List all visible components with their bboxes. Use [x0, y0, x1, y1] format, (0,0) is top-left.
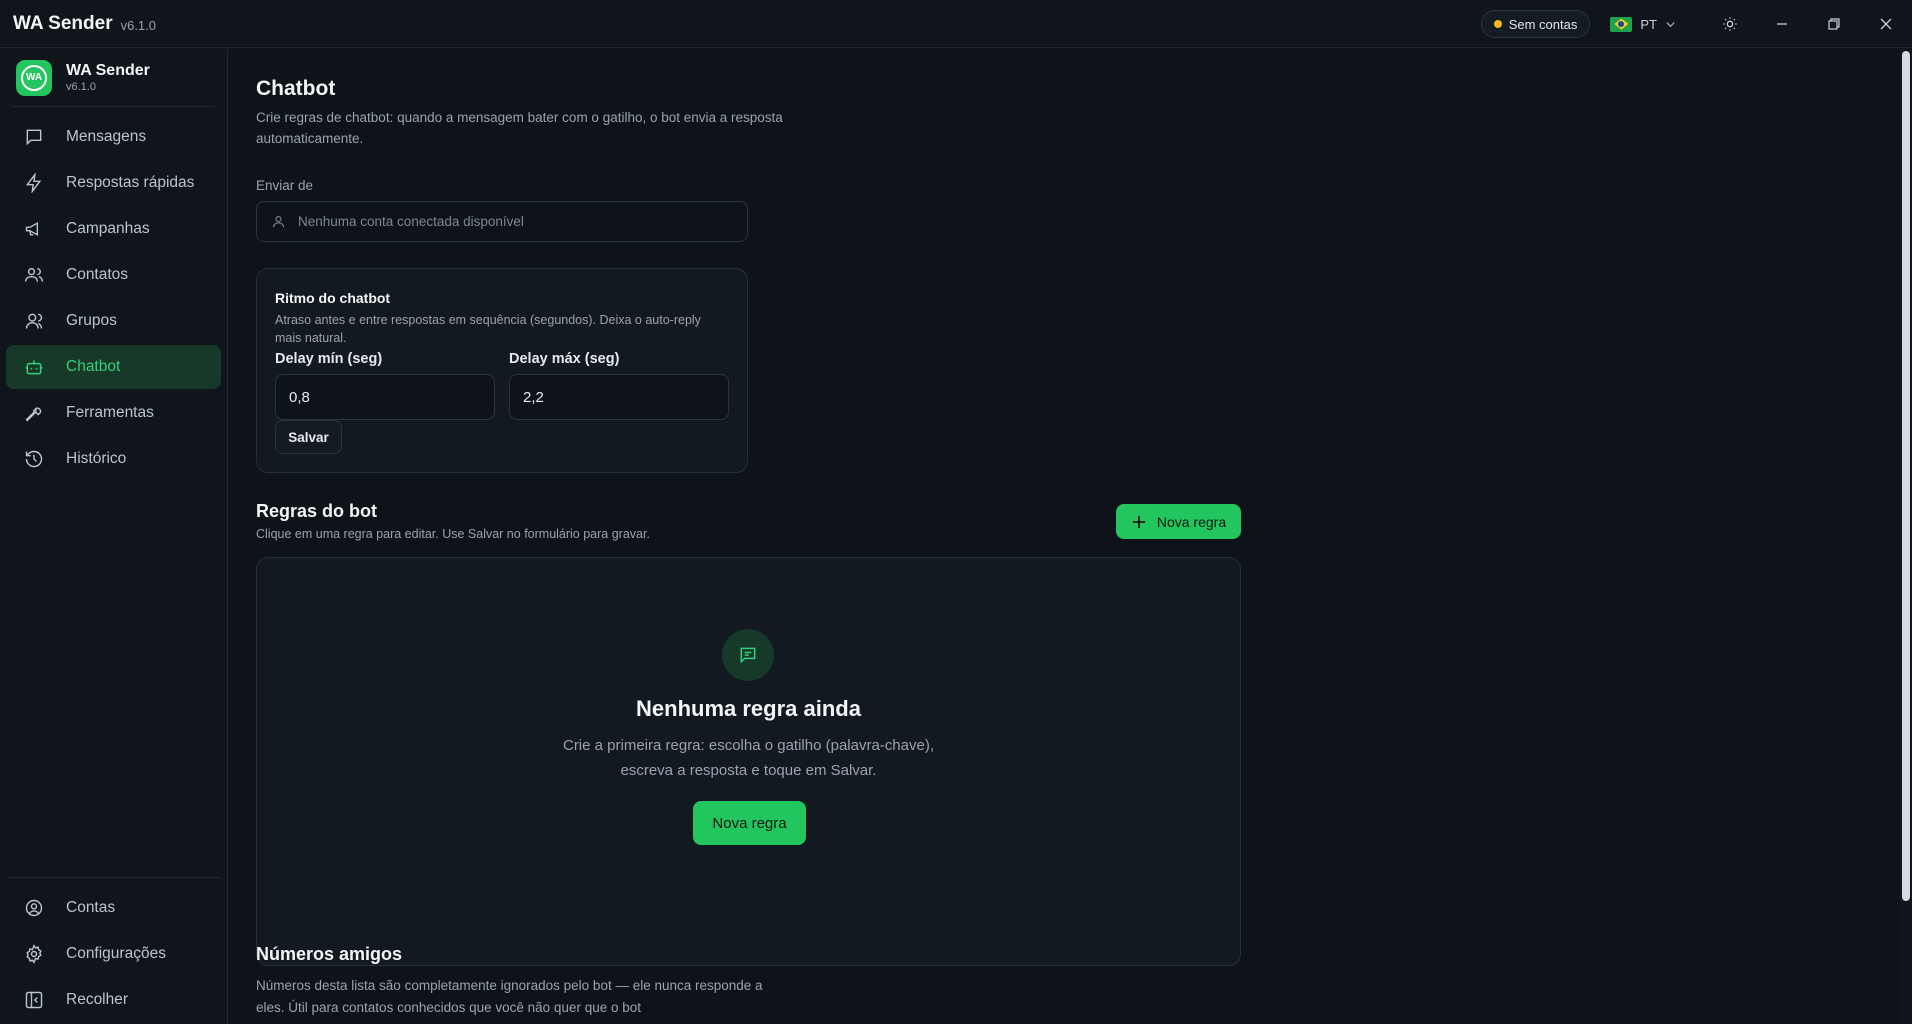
sender-label: Enviar de — [256, 178, 314, 193]
wrench-icon — [25, 407, 42, 422]
user-icon — [272, 215, 285, 228]
chatbot-rhythm-card: Ritmo do chatbot Atraso antes e entre re… — [256, 268, 748, 473]
scrollbar-thumb[interactable] — [1902, 51, 1910, 901]
app-version: v6.1.0 — [120, 17, 157, 33]
language-selector[interactable]: PT — [1610, 16, 1676, 32]
sidebar: WA WA Sender v6.1.0 Mensagens Respostas … — [0, 49, 228, 1024]
sidebar-item-recolher[interactable]: Recolher — [6, 978, 221, 1022]
sidebar-brand: WA WA Sender v6.1.0 — [12, 49, 215, 107]
main-scrollbar[interactable] — [1899, 49, 1912, 1024]
plus-icon — [1132, 515, 1145, 528]
sidebar-item-contas[interactable]: Contas — [6, 886, 221, 930]
close-icon — [1880, 18, 1892, 30]
chevron-down-icon — [1666, 21, 1675, 27]
sidebar-nav: Mensagens Respostas rápidas Campanhas Co… — [0, 115, 227, 481]
friends-description: Números desta lista são completamente ig… — [256, 978, 763, 1015]
restore-icon — [1828, 18, 1840, 30]
titlebar-controls: Sem contas PT — [1480, 0, 1912, 48]
bot-icon — [25, 360, 43, 375]
message-icon — [26, 129, 42, 146]
collapse-icon — [25, 991, 43, 1009]
sidebar-item-campanhas[interactable]: Campanhas — [6, 207, 221, 251]
delay-max-input[interactable]: 2,2 — [509, 374, 729, 420]
account-status-pill[interactable]: Sem contas — [1480, 10, 1591, 38]
app-title: WA Sender — [13, 12, 113, 34]
sidebar-bottom: Contas Configurações Recolher — [0, 877, 227, 1024]
megaphone-icon — [25, 221, 39, 237]
new-rule-button[interactable]: Nova regra — [1116, 504, 1241, 539]
empty-state-text: Crie a primeira regra: escolha o gatilho… — [562, 737, 934, 779]
delay-min-input[interactable]: 0,8 — [275, 374, 495, 420]
rhythm-title: Ritmo do chatbot — [275, 290, 391, 306]
close-button[interactable] — [1860, 0, 1912, 48]
delay-min-label: Delay mín (seg) — [275, 351, 383, 367]
sidebar-item-contatos[interactable]: Contatos — [6, 253, 221, 297]
account-status-text: Sem contas — [1508, 16, 1578, 32]
friends-title: Números amigos — [256, 944, 403, 964]
title-bar: WA Sender v6.1.0 Sem contas PT — [0, 0, 1912, 48]
sender-placeholder: Nenhuma conta conectada disponível — [298, 214, 524, 229]
sender-select[interactable]: Nenhuma conta conectada disponível — [256, 201, 748, 242]
language-code: PT — [1640, 16, 1657, 32]
settings-icon — [26, 944, 42, 964]
whatsapp-logo-icon: WA — [16, 59, 52, 96]
main-content: Chatbot Crie regras de chatbot: quando a… — [229, 49, 1899, 1024]
sidebar-item-chatbot[interactable]: Chatbot — [6, 345, 221, 389]
sidebar-item-ferramentas[interactable]: Ferramentas — [6, 391, 221, 435]
new-rule-empty-button[interactable]: Nova regra — [693, 801, 806, 845]
rules-empty-state: Nenhuma regra ainda Crie a primeira regr… — [256, 557, 1241, 966]
minimize-button[interactable] — [1756, 0, 1808, 48]
sidebar-item-historico[interactable]: Histórico — [6, 437, 221, 481]
status-dot-icon — [1493, 20, 1502, 28]
page-title: Chatbot — [256, 77, 336, 100]
sun-icon — [1723, 17, 1737, 31]
brazil-flag-icon — [1610, 16, 1633, 32]
page-subtitle: Crie regras de chatbot: quando a mensage… — [256, 110, 783, 146]
sidebar-item-respostas-rapidas[interactable]: Respostas rápidas — [6, 161, 221, 205]
sidebar-item-mensagens[interactable]: Mensagens — [6, 115, 221, 159]
rules-title: Regras do bot — [256, 501, 378, 521]
history-icon — [25, 450, 43, 468]
theme-toggle-button[interactable] — [1704, 0, 1756, 48]
users-icon — [24, 268, 44, 282]
sidebar-item-configuracoes[interactable]: Configurações — [6, 932, 221, 976]
lightning-icon — [25, 173, 42, 193]
rules-subtitle: Clique em uma regra para editar. Use Sal… — [256, 527, 650, 541]
delay-max-label: Delay máx (seg) — [509, 351, 620, 367]
chat-bubble-icon — [722, 629, 774, 681]
minimize-icon — [1777, 23, 1787, 25]
brand-name: WA Sender — [66, 62, 150, 79]
sidebar-item-grupos[interactable]: Grupos — [6, 299, 221, 343]
rhythm-subtitle: Atraso antes e entre respostas em sequên… — [275, 313, 701, 345]
account-icon — [25, 899, 43, 917]
sidebar-divider — [6, 877, 221, 878]
group-icon — [25, 313, 43, 329]
brand-version: v6.1.0 — [66, 81, 96, 93]
empty-state-title: Nenhuma regra ainda — [636, 696, 861, 721]
save-rhythm-button[interactable]: Salvar — [275, 420, 342, 454]
maximize-button[interactable] — [1808, 0, 1860, 48]
